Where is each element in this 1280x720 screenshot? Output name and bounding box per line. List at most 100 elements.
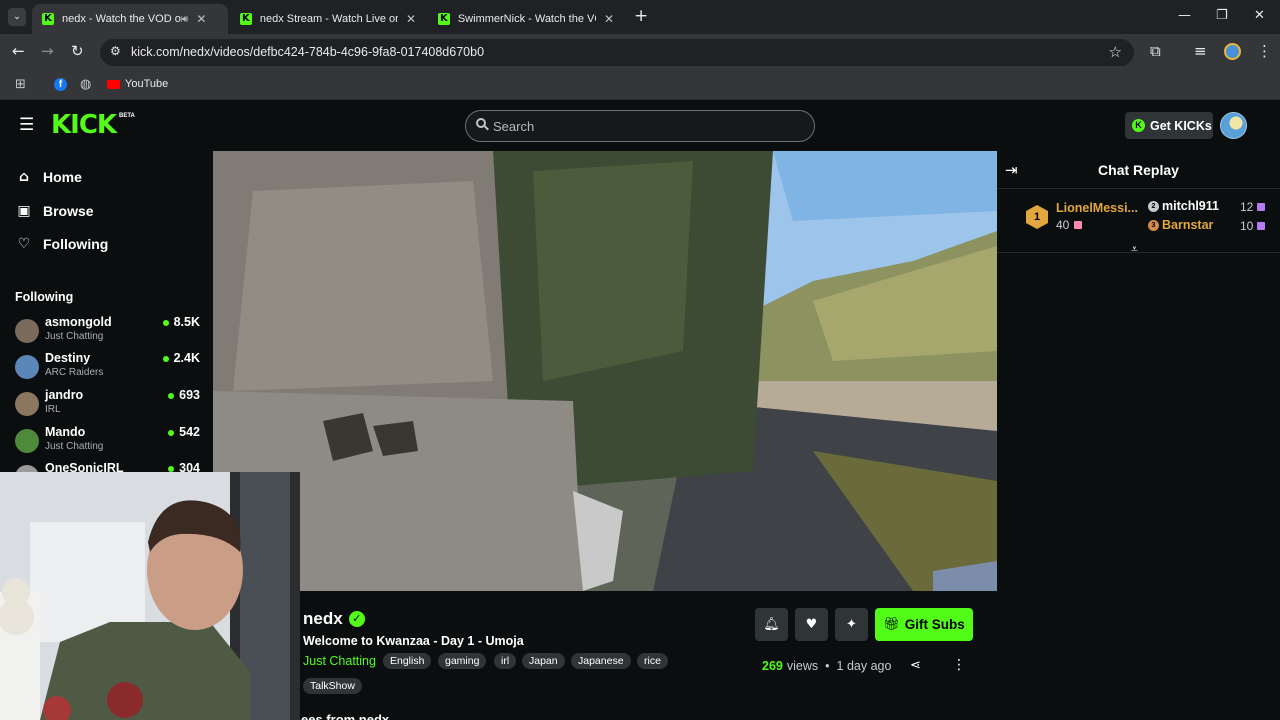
- following-channel-jandro[interactable]: jandro IRL 693: [15, 388, 200, 422]
- leaderboard-divider: [997, 252, 1280, 253]
- avatar: [15, 392, 39, 416]
- kick-coin-icon: K: [1132, 119, 1145, 132]
- tag-talkshow[interactable]: TalkShow: [303, 678, 362, 694]
- sidebar-item-home[interactable]: ⌂ Home: [16, 169, 82, 185]
- vod-stats: 269 views • 1 day ago: [762, 659, 891, 673]
- following-channel-destiny[interactable]: Destiny ARC Raiders 2.4K: [15, 351, 200, 385]
- reload-icon[interactable]: ↻: [71, 42, 84, 60]
- channel-name: Destiny: [45, 351, 91, 365]
- webcam-image: [0, 472, 300, 720]
- gift-icon: 🎁︎: [883, 617, 900, 632]
- tag-english[interactable]: English: [383, 653, 432, 669]
- user-avatar[interactable]: [1220, 112, 1247, 139]
- category-link[interactable]: Just Chatting: [303, 654, 376, 668]
- tag-gaming[interactable]: gaming: [438, 653, 487, 669]
- video-frame: [213, 151, 997, 591]
- expand-leaderboard-icon[interactable]: ⩡: [1131, 242, 1138, 257]
- section-heading: ees from nedx: [301, 712, 390, 720]
- kick-logo[interactable]: KICK BETA: [51, 110, 135, 140]
- apps-grid-icon[interactable]: ⊞: [15, 77, 26, 92]
- views-count: 269: [762, 659, 783, 673]
- avatar: [15, 355, 39, 379]
- browser-menu-icon[interactable]: ⋮: [1257, 42, 1272, 60]
- close-window-icon[interactable]: ✕: [1254, 8, 1265, 23]
- bell-icon: 🔔︎: [763, 617, 780, 632]
- address-bar[interactable]: ⚙ kick.com/nedx/videos/defbc424-784b-4c9…: [100, 39, 1134, 66]
- kick-header: ☰ KICK BETA K Get KICKs: [0, 101, 1280, 151]
- search-input[interactable]: [493, 117, 793, 135]
- browser-tab-1[interactable]: K nedx - Watch the VOD on Kick 🔊︎ ✕: [32, 4, 228, 34]
- profile-avatar[interactable]: [1224, 43, 1241, 60]
- sidebar-item-following[interactable]: ♡ Following: [16, 236, 109, 252]
- live-dot-icon: [168, 392, 175, 399]
- leader-count: 40: [1056, 218, 1070, 232]
- home-icon: ⌂: [18, 169, 30, 185]
- video-player[interactable]: [213, 151, 997, 591]
- gold-rank-badge-icon: 1: [1026, 205, 1048, 229]
- sidebar-item-browse[interactable]: ▣ Browse: [16, 203, 93, 219]
- following-heading: Following: [15, 290, 74, 304]
- back-icon[interactable]: ←: [12, 42, 25, 60]
- leader-count: 12: [1240, 200, 1254, 214]
- search-bar[interactable]: [465, 110, 815, 142]
- gift-icon: [1257, 203, 1265, 211]
- rank-3-badge-icon: 3: [1148, 220, 1159, 231]
- new-tab-button[interactable]: +: [634, 6, 648, 26]
- following-channel-asmongold[interactable]: asmongold Just Chatting 8.5K: [15, 315, 200, 349]
- forward-icon[interactable]: →: [41, 42, 54, 60]
- live-dot-icon: [162, 355, 169, 362]
- channel-name: Mando: [45, 425, 86, 439]
- close-tab-icon[interactable]: ✕: [604, 12, 614, 26]
- webcam-overlay: [0, 472, 300, 720]
- get-kicks-button[interactable]: K Get KICKs: [1125, 112, 1213, 139]
- leader-count: 10: [1240, 219, 1254, 233]
- gift-icon: [1257, 222, 1265, 230]
- more-options-icon[interactable]: ⋮: [952, 657, 966, 673]
- chat-title: Chat Replay: [1098, 162, 1179, 178]
- speaker-icon[interactable]: 🔊︎: [182, 14, 188, 25]
- views-label: views: [786, 659, 819, 673]
- channel-category: ARC Raiders: [45, 367, 104, 378]
- get-kicks-label: Get KICKs: [1150, 118, 1212, 133]
- globe-bookmark-icon[interactable]: ◍: [80, 77, 91, 92]
- follow-heart-button[interactable]: ♥: [795, 608, 828, 641]
- browser-tab-3[interactable]: K SwimmerNick - Watch the VOD on Kick ✕: [428, 4, 624, 34]
- rank-2-badge-icon: 2: [1148, 201, 1159, 212]
- stream-title: Welcome to Kwanzaa - Day 1 - Umoja: [303, 634, 524, 648]
- leaderboard-third[interactable]: 3 Barnstar 10: [1148, 218, 1273, 235]
- browser-tab-strip: ⌄ K nedx - Watch the VOD on Kick 🔊︎ ✕ K …: [0, 0, 1280, 34]
- close-tab-icon[interactable]: ✕: [406, 12, 416, 26]
- notification-bell-button[interactable]: 🔔︎: [755, 608, 788, 641]
- live-dot-icon: [162, 319, 169, 326]
- facebook-bookmark-icon[interactable]: f: [54, 78, 67, 91]
- following-channel-mando[interactable]: Mando Just Chatting 542: [15, 425, 200, 459]
- share-icon[interactable]: ⋖: [910, 658, 921, 673]
- channel-name[interactable]: nedx ✓: [303, 609, 365, 629]
- viewer-count: 2.4K: [162, 351, 200, 365]
- media-control-icon[interactable]: ≡: [1194, 42, 1207, 60]
- chat-divider: [997, 188, 1280, 189]
- leaderboard-first[interactable]: 1 LionelMessi... 40: [1026, 201, 1146, 235]
- browser-tab-2[interactable]: K nedx Stream - Watch Live on Kick ✕: [230, 4, 426, 34]
- tag-japan[interactable]: Japan: [522, 653, 565, 669]
- extensions-icon[interactable]: ⧉: [1150, 42, 1161, 60]
- hamburger-menu-icon[interactable]: ☰: [19, 115, 34, 135]
- channel-category: Just Chatting: [45, 441, 104, 452]
- gift-subs-button[interactable]: 🎁︎ Gift Subs: [875, 608, 973, 641]
- bookmark-star-icon[interactable]: ☆: [1109, 43, 1122, 61]
- avatar: [15, 429, 39, 453]
- tag-irl[interactable]: irl: [494, 653, 517, 669]
- tag-rice[interactable]: rice: [637, 653, 668, 669]
- youtube-bookmark[interactable]: YouTube: [107, 78, 168, 90]
- avatar: [15, 319, 39, 343]
- sparkle-button[interactable]: ✦: [835, 608, 868, 641]
- site-info-icon[interactable]: ⚙: [110, 44, 121, 58]
- tag-japanese[interactable]: Japanese: [571, 653, 631, 669]
- close-tab-icon[interactable]: ✕: [196, 12, 206, 26]
- minimize-icon[interactable]: —: [1178, 8, 1191, 23]
- bookmarks-bar: ⊞ f ◍ YouTube: [0, 70, 1280, 100]
- restore-icon[interactable]: ❐: [1216, 8, 1228, 23]
- leaderboard-second[interactable]: 2 mitchl911 12: [1148, 199, 1273, 216]
- tab-search-button[interactable]: ⌄: [8, 8, 26, 26]
- heart-icon: ♡: [17, 236, 31, 252]
